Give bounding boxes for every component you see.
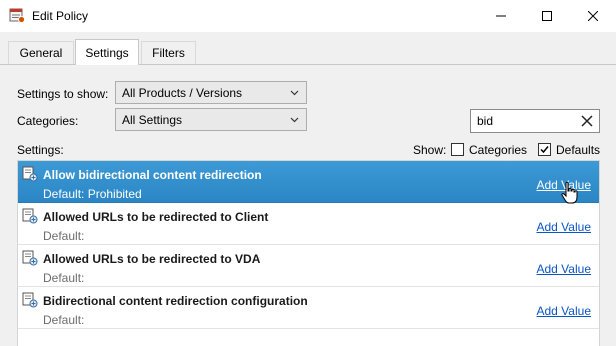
checkmark-icon: [540, 146, 549, 154]
tab-general[interactable]: General: [8, 41, 74, 64]
setting-icon: [22, 292, 38, 308]
setting-name: Allowed URLs to be redirected to Client: [43, 210, 269, 224]
setting-icon: [22, 166, 38, 182]
setting-name: Bidirectional content redirection config…: [43, 294, 308, 308]
tab-settings[interactable]: Settings: [75, 39, 139, 65]
settings-list: Allow bidirectional content redirection …: [17, 160, 600, 346]
categories-dropdown[interactable]: All Settings: [115, 108, 307, 131]
hand-cursor-icon: [561, 181, 578, 204]
categories-label: Categories:: [17, 114, 79, 128]
categories-checkbox-label: Categories: [469, 143, 528, 157]
setting-name: Allow bidirectional content redirection: [43, 168, 262, 182]
add-value-link[interactable]: Add Value: [537, 220, 592, 234]
window-title: Edit Policy: [32, 9, 89, 23]
setting-icon: [22, 208, 38, 224]
defaults-checkbox-label: Defaults: [556, 143, 601, 157]
setting-default: Default:: [43, 229, 85, 243]
setting-icon: [22, 250, 38, 266]
categories-checkbox[interactable]: [451, 143, 464, 156]
title-bar: Edit Policy: [0, 0, 616, 32]
setting-default: Default:: [43, 313, 85, 327]
defaults-checkbox[interactable]: [538, 143, 551, 156]
settings-to-show-label: Settings to show:: [17, 87, 109, 101]
tab-strip: General Settings Filters: [0, 32, 616, 65]
categories-value: All Settings: [122, 112, 183, 127]
chevron-down-icon: [290, 117, 299, 123]
minimize-button[interactable]: [478, 0, 524, 32]
chevron-down-icon: [290, 90, 299, 96]
add-value-link[interactable]: Add Value: [537, 304, 592, 318]
setting-row[interactable]: Allow bidirectional content redirection …: [18, 161, 599, 203]
add-value-link[interactable]: Add Value: [537, 262, 592, 276]
settings-list-label: Settings:: [17, 143, 64, 157]
show-label: Show:: [413, 143, 447, 157]
minimize-icon: [496, 15, 506, 17]
setting-row[interactable]: Bidirectional content redirection config…: [18, 287, 599, 329]
search-value: bid: [477, 114, 494, 128]
policy-icon: [9, 8, 25, 23]
maximize-button[interactable]: [524, 0, 570, 32]
search-input[interactable]: bid: [470, 109, 600, 133]
setting-default: Default: Prohibited: [43, 187, 142, 201]
close-button[interactable]: [570, 0, 616, 32]
setting-row[interactable]: Allowed URLs to be redirected to Client …: [18, 203, 599, 245]
setting-name: Allowed URLs to be redirected to VDA: [43, 252, 261, 266]
maximize-icon: [542, 11, 552, 21]
close-icon: [588, 11, 598, 21]
setting-row[interactable]: Allowed URLs to be redirected to VDA Def…: [18, 245, 599, 287]
settings-to-show-value: All Products / Versions: [122, 85, 243, 100]
tab-filters[interactable]: Filters: [141, 41, 196, 64]
setting-default: Default:: [43, 271, 85, 285]
settings-to-show-dropdown[interactable]: All Products / Versions: [115, 81, 307, 104]
clear-search-icon[interactable]: [581, 115, 593, 127]
